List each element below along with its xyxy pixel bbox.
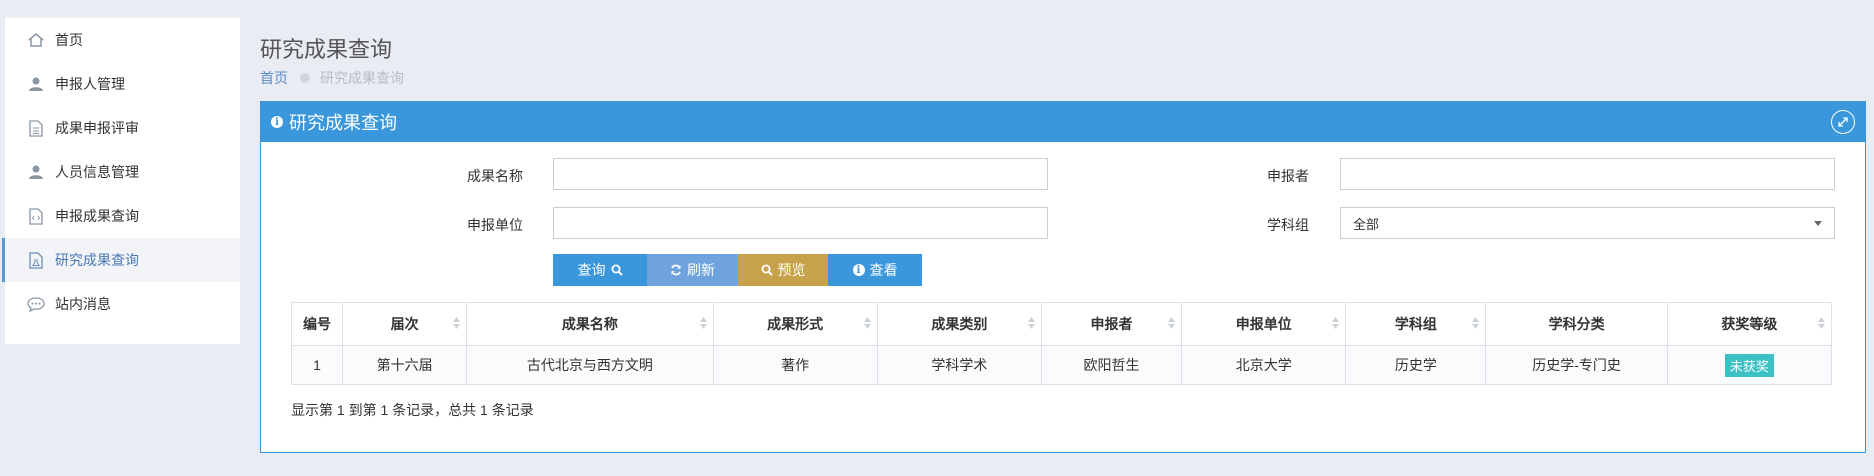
sidebar-item-research-results[interactable]: 研究成果查询 bbox=[2, 238, 240, 282]
table-cell: 历史学 bbox=[1345, 345, 1487, 385]
column-header[interactable]: 成果形式 bbox=[712, 302, 878, 346]
sidebar-item-personnel[interactable]: 人员信息管理 bbox=[5, 150, 240, 194]
table-cell: 1 bbox=[290, 345, 344, 385]
sidebar-item-label: 申报人管理 bbox=[55, 76, 125, 92]
sort-icon bbox=[1818, 317, 1825, 329]
preview-button[interactable]: 预览 bbox=[738, 254, 828, 286]
refresh-button[interactable]: 刷新 bbox=[647, 254, 738, 286]
flask-file-icon bbox=[25, 251, 47, 269]
table-cell: 欧阳哲生 bbox=[1040, 345, 1183, 385]
column-header: 编号 bbox=[290, 302, 344, 346]
sort-icon bbox=[863, 317, 871, 329]
name-input[interactable] bbox=[553, 158, 1048, 190]
table-cell: 第十六届 bbox=[342, 345, 468, 385]
chat-icon bbox=[25, 295, 47, 313]
caret-down-icon bbox=[1814, 221, 1822, 226]
breadcrumb-current: 研究成果查询 bbox=[320, 70, 404, 86]
panel-title: 研究成果查询 bbox=[289, 113, 397, 133]
info-icon: i bbox=[852, 264, 865, 276]
column-header[interactable]: 获奖等级 bbox=[1666, 302, 1833, 346]
pagination-info: 显示第 1 到第 1 条记录，总共 1 条记录 bbox=[291, 402, 534, 418]
table-cell: 古代北京与西方文明 bbox=[466, 345, 714, 385]
search-icon bbox=[761, 264, 773, 276]
unit-input[interactable] bbox=[553, 207, 1048, 239]
table-cell: 未获奖 bbox=[1666, 345, 1833, 385]
action-buttons: 查询 刷新 预览 i 查看 bbox=[553, 254, 922, 286]
user-icon bbox=[25, 75, 47, 93]
table-row[interactable]: 1 第十六届 古代北京与西方文明 著作 学科学术 欧阳哲生 北京大学 历史学 历… bbox=[290, 345, 1833, 385]
applicant-label: 申报者 bbox=[1267, 168, 1309, 184]
search-icon bbox=[611, 264, 623, 276]
group-label: 学科组 bbox=[1267, 217, 1309, 233]
sidebar-item-label: 首页 bbox=[55, 32, 83, 48]
view-button[interactable]: i 查看 bbox=[828, 254, 922, 286]
column-header[interactable]: 成果名称 bbox=[466, 302, 714, 346]
sort-icon bbox=[1472, 317, 1480, 329]
table-cell: 著作 bbox=[712, 345, 878, 385]
sidebar-item-review[interactable]: 成果申报评审 bbox=[5, 106, 240, 150]
sort-icon bbox=[699, 317, 707, 329]
home-icon bbox=[25, 31, 47, 49]
code-file-icon bbox=[25, 207, 47, 225]
group-select[interactable]: 全部 bbox=[1340, 207, 1835, 239]
refresh-icon bbox=[671, 264, 681, 276]
sidebar-item-applied-results[interactable]: 申报成果查询 bbox=[5, 194, 240, 238]
sidebar-item-label: 人员信息管理 bbox=[55, 164, 139, 180]
sidebar-item-home[interactable]: 首页 bbox=[5, 18, 240, 62]
group-select-value: 全部 bbox=[1353, 216, 1380, 232]
table-cell: 历史学-专门史 bbox=[1485, 345, 1668, 385]
sidebar: 首页 申报人管理 成果申报评审 人员信息管理 申报成果查询 研究成果查询 站内消… bbox=[2, 18, 240, 344]
info-icon: i bbox=[271, 116, 283, 128]
sort-icon bbox=[453, 317, 461, 329]
refresh-button-label: 刷新 bbox=[687, 262, 715, 278]
user-icon bbox=[25, 163, 47, 181]
unit-label: 申报单位 bbox=[467, 217, 523, 233]
column-header[interactable]: 届次 bbox=[342, 302, 468, 346]
sidebar-item-label: 申报成果查询 bbox=[55, 208, 139, 224]
sidebar-item-messages[interactable]: 站内消息 bbox=[5, 282, 240, 326]
column-header[interactable]: 申报单位 bbox=[1181, 302, 1347, 346]
sidebar-item-applicant-management[interactable]: 申报人管理 bbox=[5, 62, 240, 106]
expand-icon[interactable] bbox=[1831, 110, 1855, 134]
results-table: 编号 届次 成果名称 成果形式 成果类别 申报者 申报单位 学科组 学科分类 获… bbox=[290, 302, 1833, 385]
query-button[interactable]: 查询 bbox=[553, 254, 647, 286]
sort-icon bbox=[1027, 317, 1035, 329]
table-cell: 北京大学 bbox=[1181, 345, 1347, 385]
breadcrumb: 首页 研究成果查询 bbox=[260, 68, 404, 88]
preview-button-label: 预览 bbox=[777, 262, 806, 278]
page-title: 研究成果查询 bbox=[260, 37, 393, 62]
sort-icon bbox=[1168, 317, 1176, 329]
sidebar-item-label: 站内消息 bbox=[55, 296, 111, 312]
table-header-row: 编号 届次 成果名称 成果形式 成果类别 申报者 申报单位 学科组 学科分类 获… bbox=[290, 302, 1833, 346]
breadcrumb-separator bbox=[300, 73, 310, 83]
column-header[interactable]: 学科组 bbox=[1345, 302, 1487, 346]
query-panel: i 研究成果查询 成果名称 申报者 申报单位 学科组 全部 查询 刷新 预览 i… bbox=[260, 101, 1866, 453]
column-header: 学科分类 bbox=[1485, 302, 1668, 346]
sidebar-item-label: 成果申报评审 bbox=[55, 120, 139, 136]
view-button-label: 查看 bbox=[869, 262, 898, 278]
query-button-label: 查询 bbox=[577, 262, 606, 278]
sort-icon bbox=[1332, 317, 1340, 329]
table-cell: 学科学术 bbox=[876, 345, 1042, 385]
document-icon bbox=[25, 119, 47, 137]
sidebar-item-label: 研究成果查询 bbox=[55, 252, 139, 268]
panel-header: i 研究成果查询 bbox=[261, 102, 1865, 142]
breadcrumb-home-link[interactable]: 首页 bbox=[260, 68, 288, 88]
column-header[interactable]: 成果类别 bbox=[876, 302, 1042, 346]
column-header[interactable]: 申报者 bbox=[1040, 302, 1183, 346]
name-label: 成果名称 bbox=[467, 168, 523, 184]
applicant-input[interactable] bbox=[1340, 158, 1835, 190]
award-status-badge: 未获奖 bbox=[1724, 353, 1774, 377]
